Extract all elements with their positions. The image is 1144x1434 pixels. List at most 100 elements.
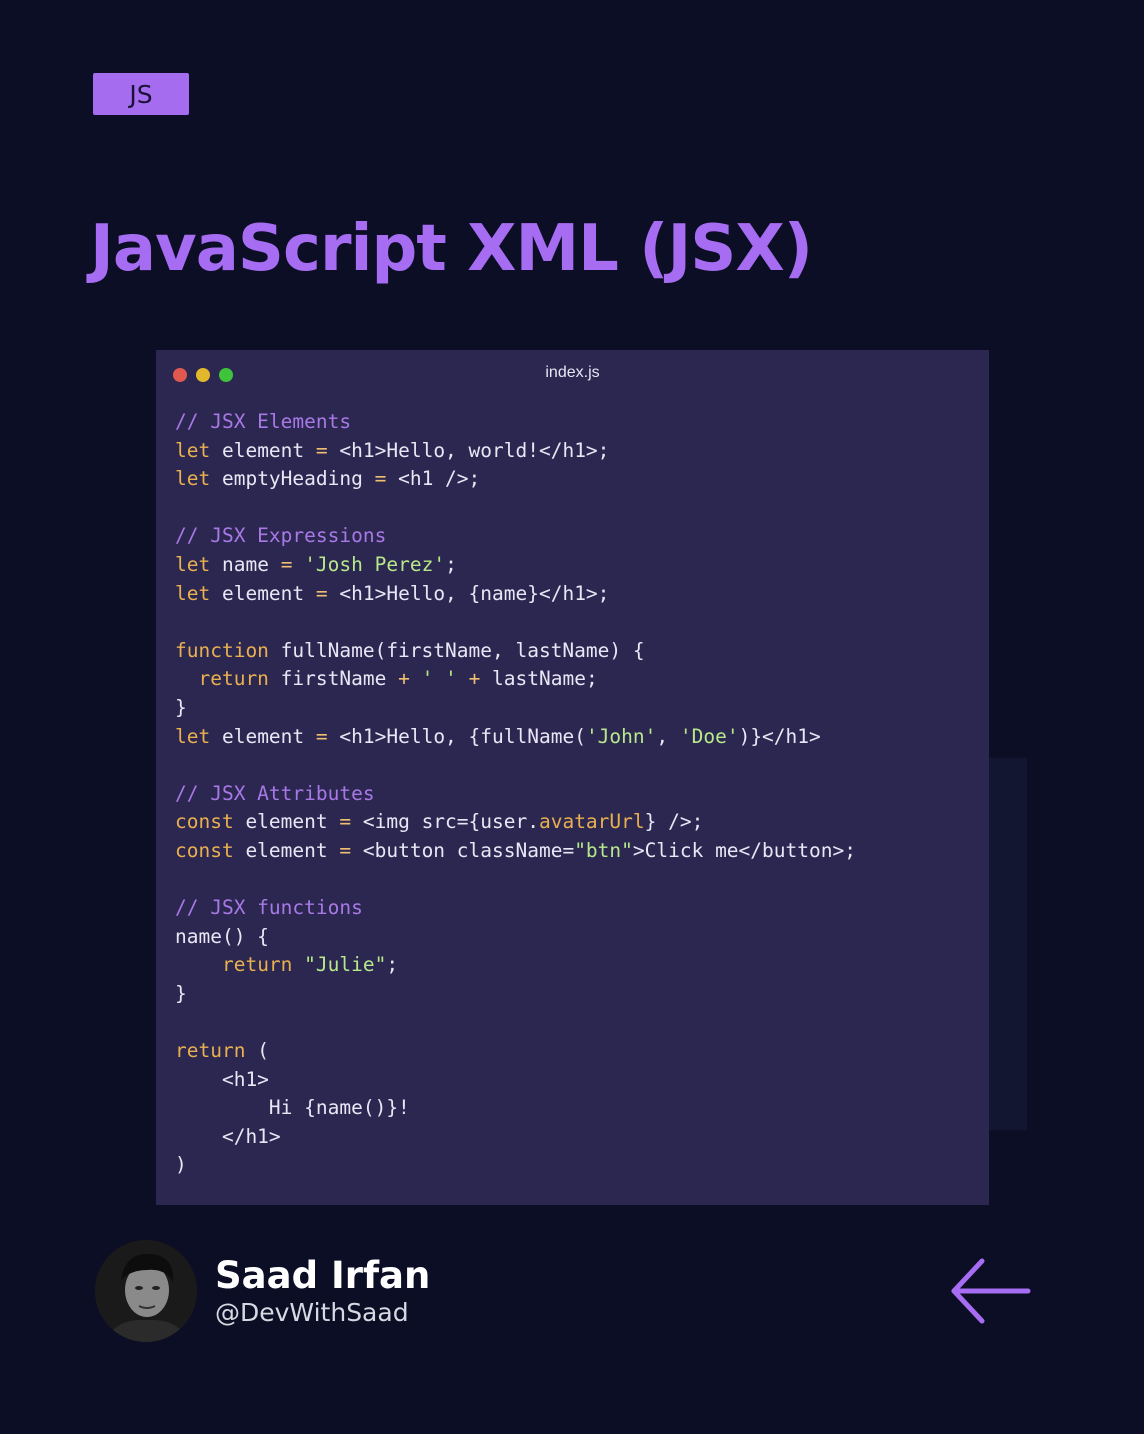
avatar-portrait-icon [95, 1240, 197, 1342]
arrow-left-icon[interactable] [946, 1255, 1032, 1327]
code-line: <h1> [175, 1066, 975, 1095]
code-line: } [175, 980, 975, 1009]
code-token-text: ; [386, 953, 399, 977]
code-token-keyword: return [221, 953, 293, 977]
code-token-text: <button className= [351, 838, 575, 862]
code-line: // JSX Elements [175, 408, 975, 437]
code-line: const element = <button className="btn">… [175, 837, 975, 866]
code-token-keyword: return [198, 667, 269, 691]
code-token-text: element [210, 724, 316, 748]
language-tag-label: JS [129, 79, 153, 109]
code-token-keyword: let [175, 724, 211, 748]
code-token-text: Hi {name()}! [175, 1096, 410, 1120]
code-token-text: <h1> [175, 1067, 269, 1091]
code-token-keyword: function [175, 638, 269, 662]
code-token-text: emptyHeading [210, 467, 375, 491]
code-line: let emptyHeading = <h1 />; [175, 465, 975, 494]
code-token-text: } [175, 981, 187, 1005]
code-token-text: fullName(firstName, lastName) { [268, 638, 645, 662]
code-line: Hi {name()}! [175, 1094, 975, 1123]
code-token-comment: // JSX functions [175, 896, 363, 920]
code-token-keyword: let [175, 438, 211, 462]
code-line: return "Julie"; [175, 951, 975, 980]
code-line: let name = 'Josh Perez'; [175, 551, 975, 580]
code-token-comment: // JSX Expressions [175, 524, 387, 548]
code-token-string: 'Josh Perez' [304, 552, 446, 576]
code-token-comment: // JSX Elements [175, 410, 352, 433]
code-line: } [175, 694, 975, 723]
code-token-text: <h1>Hello, {name}</h1>; [327, 581, 610, 605]
code-line: </h1> [175, 1123, 975, 1152]
code-token-op: = [339, 838, 352, 862]
code-token-string: "btn" [574, 838, 633, 862]
code-token-text: <h1>Hello, world!</h1>; [327, 438, 610, 462]
code-token-keyword: let [175, 581, 211, 605]
code-token-text: ( [245, 1039, 269, 1063]
code-token-prop: avatarUrl [538, 810, 645, 834]
code-block: // JSX Elements let element = <h1>Hello, … [175, 408, 975, 1180]
code-line: name() { [175, 923, 975, 952]
code-token-op: + [398, 667, 410, 691]
code-token-text: } />; [644, 810, 704, 834]
code-line: function fullName(firstName, lastName) { [175, 637, 975, 666]
code-token-op: = [280, 552, 293, 576]
background-panel [985, 758, 1027, 1130]
avatar [95, 1240, 197, 1342]
code-token-text: ) [175, 1153, 187, 1177]
author-card: Saad Irfan @DevWithSaad [95, 1240, 430, 1342]
code-token-text: </h1> [175, 1124, 281, 1148]
code-token-keyword: let [175, 467, 211, 491]
code-token-op: + [468, 667, 481, 691]
code-token-text: <img src={user. [351, 810, 539, 834]
code-token-string: "Julie" [304, 953, 387, 977]
code-line: ) [175, 1151, 975, 1180]
code-token-text: firstName [268, 667, 399, 691]
code-token-text: lastName; [480, 667, 598, 691]
code-token-text: element [233, 838, 340, 862]
code-token-keyword: const [175, 838, 234, 862]
code-line: // JSX functions [175, 894, 975, 923]
code-token-string: 'Doe' [679, 724, 739, 748]
code-token-text: name() { [175, 924, 269, 948]
code-token-op: = [339, 810, 352, 834]
code-token-text: <h1>Hello, {fullName( [327, 724, 586, 748]
code-token-text: } [175, 695, 187, 719]
editor-filename: index.js [545, 364, 600, 381]
code-token-keyword: const [175, 810, 234, 834]
code-token-op: = [315, 438, 328, 462]
code-line: return ( [175, 1037, 975, 1066]
code-token-keyword: let [175, 552, 211, 576]
code-token-keyword: return [175, 1039, 246, 1063]
code-token-text: element [210, 581, 316, 605]
code-token-text: name [210, 552, 281, 576]
code-line: let element = <h1>Hello, {fullName('John… [175, 723, 975, 752]
author-name: Saad Irfan [215, 1254, 431, 1297]
code-token-text: ; [445, 552, 457, 576]
code-token-text: >Click me</button>; [632, 838, 856, 862]
code-line: let element = <h1>Hello, world!</h1>; [175, 437, 975, 466]
code-line: // JSX Attributes [175, 780, 975, 809]
code-token-text: )}</h1> [738, 724, 821, 748]
code-token-string: 'John' [585, 724, 657, 748]
code-token-comment: // JSX Attributes [175, 781, 375, 805]
code-line: // JSX Expressions [175, 522, 975, 551]
code-token-text: element [233, 810, 340, 834]
code-line: return firstName + ' ' + lastName; [175, 665, 975, 694]
code-token-string: ' ' [421, 667, 457, 691]
code-line: const element = <img src={user.avatarUrl… [175, 808, 975, 837]
page-title: JavaScript XML (JSX) [90, 212, 813, 286]
code-token-op: = [374, 467, 387, 491]
code-token-text: , [656, 724, 680, 748]
code-line: let element = <h1>Hello, {name}</h1>; [175, 580, 975, 609]
code-token-op: = [315, 581, 328, 605]
